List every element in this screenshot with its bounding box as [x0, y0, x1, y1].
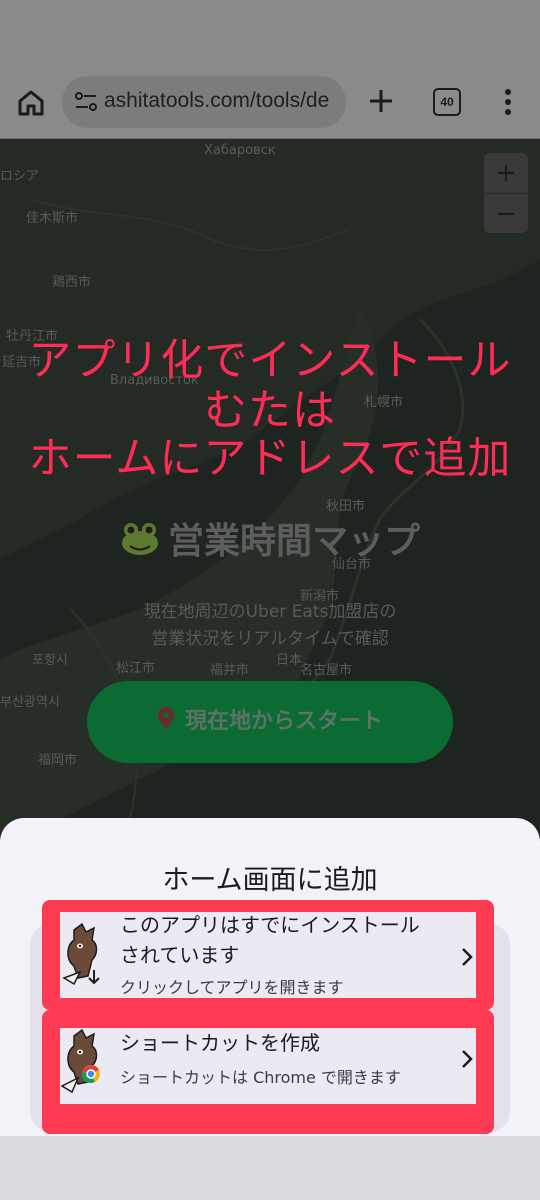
sheet-title: ホーム画面に追加	[162, 865, 378, 896]
page-title-text: 営業時間マップ	[167, 521, 420, 562]
map-label: 鶏西市	[52, 275, 92, 290]
option-title-line-1: このアプリはすでにインストール	[120, 913, 420, 937]
map-label: 부산광역시	[0, 695, 60, 710]
chevron-right-icon	[460, 1048, 474, 1070]
new-tab-icon[interactable]	[364, 84, 398, 118]
map-label: 포항시	[32, 653, 68, 668]
status-bar	[0, 0, 540, 66]
address-bar[interactable]: ashitatools.com/tools/de	[62, 76, 346, 128]
create-shortcut-option[interactable]: ショートカットを作成 ショートカットは Chrome で開きます	[42, 1010, 494, 1134]
page-title: 営業時間マップ	[0, 512, 540, 566]
map-label: ロシア	[0, 169, 40, 184]
zoom-out-button[interactable]: −	[484, 194, 528, 234]
app-icon	[60, 920, 108, 990]
navigation-bar	[0, 1136, 540, 1200]
map-label: 佳木斯市	[26, 211, 79, 226]
url-text[interactable]: ashitatools.com/tools/de	[104, 89, 344, 113]
map-label: 福岡市	[38, 753, 78, 768]
pin-icon	[157, 683, 175, 765]
browser-toolbar: ashitatools.com/tools/de 40	[0, 66, 540, 139]
map-label: 福井市	[210, 663, 250, 678]
zoom-in-button[interactable]: +	[484, 153, 528, 194]
annotation-line-3: ホームにアドレスで追加	[28, 434, 512, 484]
map-label: Хабаровск	[204, 143, 276, 158]
installed-app-option[interactable]: このアプリはすでにインストール されています クリックしてアプリを開きます	[42, 900, 494, 1010]
start-button-label: 現在地からスタート	[184, 709, 383, 734]
add-to-home-sheet: ホーム画面に追加 このアプリはすでにインストール されています クリックしてアプ…	[0, 818, 540, 1200]
more-menu-icon[interactable]	[498, 85, 518, 119]
map-label: 名古屋市	[300, 663, 353, 678]
map-label: 松江市	[116, 661, 156, 676]
option-subtitle: クリックしてアプリを開きます	[120, 978, 344, 997]
tab-switcher-button[interactable]: 40	[433, 88, 461, 116]
map-zoom-control: + −	[484, 153, 528, 233]
shortcut-icon	[60, 1028, 108, 1098]
home-icon[interactable]	[12, 84, 50, 122]
site-settings-icon[interactable]	[74, 91, 98, 113]
option-title: ショートカットを作成	[120, 1031, 320, 1055]
page-subtitle-line-1: 現在地周辺のUber Eats加盟店の	[143, 602, 397, 622]
page-subtitle-line-2: 営業状況をリアルタイムで確認	[151, 629, 389, 649]
option-title-line-2: されています	[120, 943, 240, 967]
frog-icon	[120, 521, 160, 566]
chevron-right-icon	[460, 946, 474, 968]
start-from-location-button[interactable]: 現在地からスタート	[87, 681, 453, 763]
option-subtitle: ショートカットは Chrome で開きます	[120, 1068, 401, 1087]
map-label: 日本	[276, 653, 303, 668]
